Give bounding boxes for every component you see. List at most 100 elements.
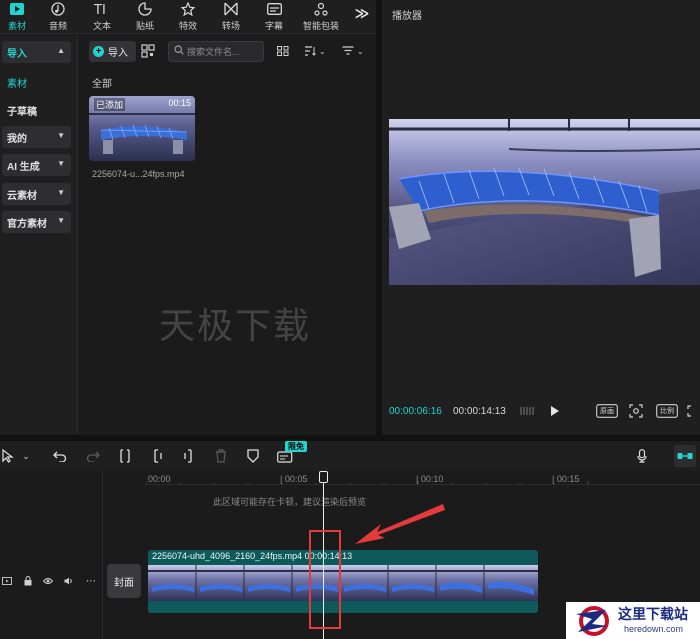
track-video-icon[interactable] bbox=[2, 576, 12, 586]
tool-audio[interactable]: 音频 bbox=[41, 0, 75, 34]
select-cursor-icon[interactable] bbox=[0, 448, 16, 464]
split-icon[interactable] bbox=[117, 448, 133, 464]
bridge-video-frame bbox=[389, 119, 700, 285]
section-title: 全部 bbox=[92, 79, 112, 90]
smart-pack-icon bbox=[313, 1, 329, 17]
sidebar-item-material[interactable]: 素材 bbox=[7, 75, 27, 90]
sidebar-item-ai[interactable]: AI 生成 ▼ bbox=[2, 154, 71, 176]
effects-icon bbox=[180, 1, 196, 17]
media-clip-thumbnail[interactable]: 已添加 00:15 bbox=[89, 96, 195, 161]
sidebar-item-label: 导入 bbox=[7, 48, 27, 60]
tool-transition-label: 转场 bbox=[221, 21, 240, 31]
logo-title: 这里下载站 bbox=[618, 607, 688, 623]
chevron-down-icon: ▼ bbox=[57, 159, 65, 168]
redo-icon[interactable] bbox=[85, 448, 101, 464]
trim-right-icon[interactable] bbox=[181, 448, 197, 464]
tool-transition[interactable]: 转场 bbox=[214, 0, 248, 34]
player-title: 播放器 bbox=[392, 11, 422, 22]
marker-icon[interactable] bbox=[245, 448, 261, 464]
more-options-icon[interactable]: ⋯ bbox=[86, 576, 96, 587]
undo-icon[interactable] bbox=[52, 448, 68, 464]
tool-smart-pack[interactable]: 智能包装 bbox=[302, 0, 340, 34]
tool-subtitle-label: 字幕 bbox=[264, 21, 283, 31]
sort-icon[interactable]: ⌄ bbox=[304, 44, 326, 58]
waveform-icon[interactable] bbox=[518, 403, 536, 419]
current-time: 00:00:06:16 bbox=[389, 406, 442, 417]
transition-icon bbox=[223, 1, 239, 17]
original-quality-label: 原画 bbox=[600, 408, 614, 415]
import-button-label: 导入 bbox=[108, 48, 128, 59]
search-input[interactable] bbox=[187, 46, 257, 57]
media-icon bbox=[9, 1, 25, 17]
trim-left-icon[interactable] bbox=[149, 448, 165, 464]
aspect-ratio-button[interactable]: 比例 bbox=[656, 403, 678, 419]
clip-duration: 00:15 bbox=[168, 98, 191, 108]
total-time: 00:00:14:13 bbox=[453, 406, 506, 417]
screenshot-icon[interactable] bbox=[627, 403, 645, 419]
playhead-handle[interactable] bbox=[319, 471, 328, 483]
qr-code-icon[interactable] bbox=[141, 44, 155, 58]
tool-subtitle[interactable]: 字幕 bbox=[257, 0, 291, 34]
audio-icon bbox=[50, 1, 66, 17]
tool-effects[interactable]: 特效 bbox=[171, 0, 205, 34]
annotation-arrow-icon bbox=[355, 504, 445, 544]
timeline-clip[interactable]: 2256074-uhd_4096_2160_24fps.mp4 00:00:14… bbox=[148, 550, 538, 613]
tool-smart-pack-label: 智能包装 bbox=[302, 21, 339, 31]
delete-icon[interactable] bbox=[213, 448, 229, 464]
more-tools-button[interactable]: ≫ bbox=[352, 5, 372, 23]
media-panel: + 导入 ⌄ ⌄ 全部 已添加 00:15 2256074-u... bbox=[79, 35, 376, 435]
eye-icon[interactable] bbox=[43, 576, 53, 586]
play-button[interactable] bbox=[546, 403, 564, 419]
media-sidebar: 导入 ▲ 素材 子草稿 我的 ▼ AI 生成 ▼ 云素材 ▼ 官方素材 ▼ bbox=[0, 35, 78, 435]
time-ruler[interactable]: 00:00 | 00:05 | 00:10 | 00:15 bbox=[146, 471, 700, 485]
import-button[interactable]: + 导入 bbox=[89, 41, 136, 62]
lock-icon[interactable] bbox=[23, 576, 33, 586]
chevron-down-icon: ▼ bbox=[57, 216, 65, 225]
subtitle-icon bbox=[266, 1, 282, 17]
player-panel: 播放器 00:00:06:16 00:00:14:13 原画 比例 bbox=[382, 0, 700, 435]
site-logo: 这里下载站 heredown.com bbox=[566, 602, 700, 639]
sidebar-item-mine[interactable]: 我的 ▼ bbox=[2, 126, 71, 148]
watermark-text: 天极下载 bbox=[159, 306, 312, 347]
ruler-label: 00:00 bbox=[148, 474, 171, 484]
logo-subtitle: heredown.com bbox=[624, 624, 684, 634]
text-icon: TI bbox=[94, 1, 110, 17]
chevron-down-icon: ⌄ bbox=[319, 46, 326, 56]
link-tracks-toggle[interactable] bbox=[674, 445, 696, 467]
search-icon bbox=[174, 45, 184, 58]
sidebar-item-label: 云素材 bbox=[7, 190, 37, 202]
sidebar-item-import[interactable]: 导入 ▲ bbox=[2, 41, 71, 63]
cover-button[interactable]: 封面 bbox=[107, 564, 141, 598]
chevron-down-icon: ⌄ bbox=[357, 46, 364, 56]
chevron-up-icon: ▲ bbox=[57, 46, 65, 55]
tool-media-label: 素材 bbox=[7, 21, 26, 31]
aspect-ratio-label: 比例 bbox=[660, 408, 674, 415]
search-box[interactable] bbox=[168, 41, 264, 62]
player-video-frame[interactable] bbox=[389, 119, 700, 285]
tool-audio-label: 音频 bbox=[48, 21, 67, 31]
fullscreen-icon[interactable] bbox=[686, 403, 698, 419]
ruler-label: | 00:15 bbox=[552, 474, 580, 484]
filter-icon[interactable]: ⌄ bbox=[342, 44, 364, 58]
track-header-column bbox=[0, 471, 103, 639]
sticker-icon bbox=[137, 1, 153, 17]
chevron-down-icon: ▼ bbox=[57, 188, 65, 197]
chevron-down-icon[interactable]: ⌄ bbox=[20, 448, 32, 464]
sidebar-item-label: 官方素材 bbox=[7, 218, 47, 230]
view-grid-icon[interactable] bbox=[277, 44, 289, 58]
original-quality-button[interactable]: 原画 bbox=[596, 403, 618, 419]
volume-icon[interactable] bbox=[64, 576, 74, 586]
tool-media[interactable]: 素材 bbox=[0, 0, 34, 34]
tool-text[interactable]: TI 文本 bbox=[85, 0, 119, 34]
sidebar-item-cloud[interactable]: 云素材 ▼ bbox=[2, 183, 71, 205]
plus-icon: + bbox=[93, 46, 104, 57]
clip-filename: 2256074-u...24fps.mp4 bbox=[92, 169, 185, 179]
sidebar-item-label: 我的 bbox=[7, 133, 27, 145]
microphone-icon[interactable] bbox=[634, 448, 650, 464]
clip-added-badge: 已添加 bbox=[94, 98, 126, 111]
tool-sticker[interactable]: 贴纸 bbox=[128, 0, 162, 34]
limited-free-badge: 限免 bbox=[285, 441, 307, 452]
sidebar-item-draft[interactable]: 子草稿 bbox=[7, 103, 37, 118]
sidebar-item-label: AI 生成 bbox=[7, 161, 40, 173]
sidebar-item-official[interactable]: 官方素材 ▼ bbox=[2, 211, 71, 233]
